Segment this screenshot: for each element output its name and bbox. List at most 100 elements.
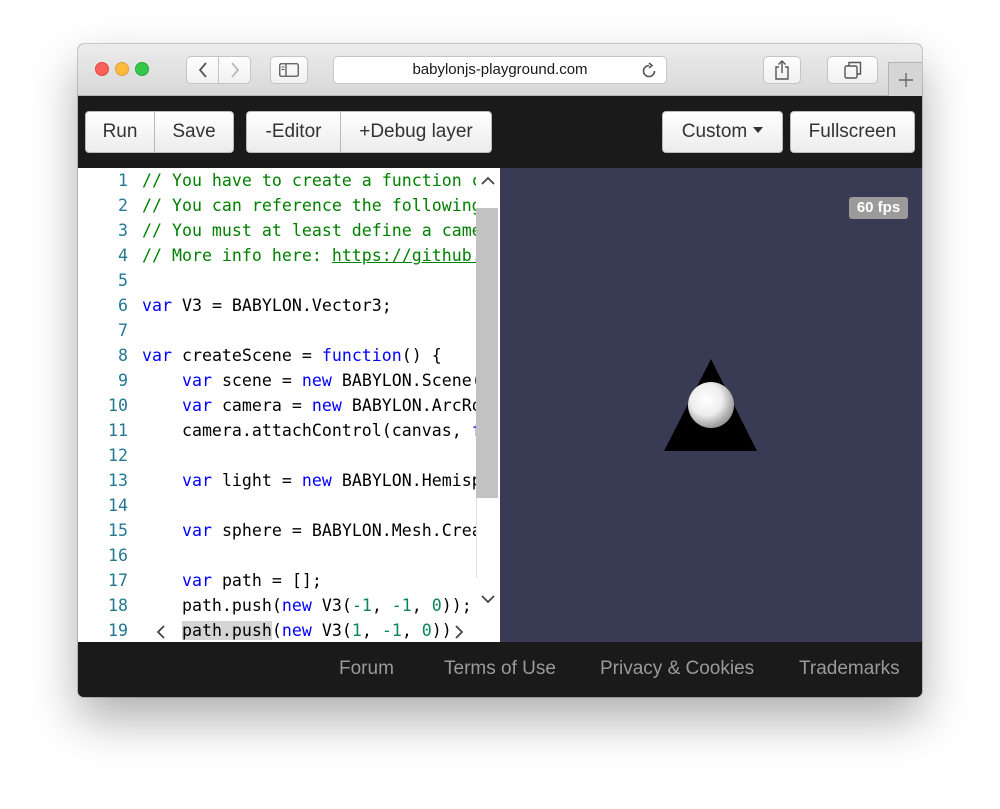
caret-down-icon (753, 127, 764, 134)
chevron-right-icon (230, 62, 239, 78)
save-button[interactable]: Save (154, 111, 234, 153)
render-canvas[interactable]: 60 fps (500, 168, 922, 642)
code-token: new (311, 396, 342, 415)
line-number: 15 (108, 521, 128, 540)
address-bar[interactable]: babylonjs-playground.com (333, 56, 667, 84)
scroll-up-icon[interactable] (481, 176, 495, 186)
code-line[interactable]: 9 var scene = new BABYLON.Scene(en (78, 368, 500, 393)
scrollbar-thumb[interactable] (476, 208, 498, 498)
code-line[interactable]: 19 path.push(new V3(1, -1, 0)) (78, 618, 500, 642)
line-number: 5 (118, 271, 128, 290)
code-line[interactable]: 3 // You must at least define a camera (78, 218, 500, 243)
code-token: , (411, 596, 432, 615)
show-tabs-button[interactable] (827, 56, 878, 84)
close-window-button[interactable] (95, 62, 109, 76)
code-text[interactable]: var createScene = function() { (142, 343, 442, 368)
line-number: 10 (108, 396, 128, 415)
code-text[interactable]: var V3 = BABYLON.Vector3; (142, 293, 392, 318)
scroll-down-icon[interactable] (481, 594, 495, 604)
scroll-right-icon[interactable] (454, 625, 464, 639)
code-text[interactable]: var camera = new BABYLON.ArcRota (142, 393, 500, 418)
code-line[interactable]: 12 (78, 443, 500, 468)
chevron-left-icon (198, 62, 207, 78)
code-token: V3 = BABYLON.Vector3; (171, 296, 392, 315)
code-token: path.push (181, 621, 272, 640)
back-button[interactable] (186, 56, 219, 84)
code-text[interactable]: var sphere = BABYLON.Mesh.Create (142, 518, 500, 543)
debug-layer-button[interactable]: +Debug layer (340, 111, 492, 153)
code-token: createScene = (171, 346, 322, 365)
code-text[interactable]: // You have to create a function cal (142, 168, 500, 193)
code-link[interactable]: https://github.co (332, 246, 500, 265)
scroll-left-icon[interactable] (156, 625, 166, 639)
line-number: 6 (118, 296, 128, 315)
code-text[interactable]: path.push(new V3(1, -1, 0)) (142, 618, 452, 642)
code-text[interactable]: var scene = new BABYLON.Scene(en (142, 368, 500, 393)
code-token: () { (401, 346, 442, 365)
code-token: path.push( (142, 596, 282, 615)
code-text[interactable]: // You can reference the following v (142, 193, 500, 218)
toggle-editor-button[interactable]: -Editor (246, 111, 341, 153)
custom-dropdown[interactable]: Custom (662, 111, 783, 153)
footer-link-trademarks[interactable]: Trademarks (799, 658, 900, 680)
code-line[interactable]: 2 // You can reference the following v (78, 193, 500, 218)
code-token: var (181, 521, 212, 540)
line-number: 7 (118, 321, 128, 340)
code-token: var (181, 571, 212, 590)
run-button[interactable]: Run (85, 111, 155, 153)
code-token: 1 (351, 621, 362, 640)
code-token: 0 (431, 596, 442, 615)
code-text[interactable]: camera.attachControl(canvas, fal (142, 418, 500, 443)
page-footer: Forum Terms of Use Privacy & Cookies Tra… (78, 642, 922, 697)
sidebar-toggle-button[interactable] (270, 56, 308, 84)
code-editor[interactable]: 19 path.push(new V3(1, -1, 0)) 18 path.pu… (78, 168, 500, 642)
reload-icon[interactable] (640, 62, 658, 80)
code-text[interactable]: // More info here: https://github.co (142, 243, 500, 268)
code-text[interactable]: path.push(new V3(-1, -1, 0)); (142, 593, 472, 618)
code-token: scene = (211, 371, 302, 390)
code-line[interactable]: 18 path.push(new V3(-1, -1, 0)); (78, 593, 500, 618)
share-button[interactable] (763, 56, 801, 84)
code-text[interactable]: // You must at least define a camera (142, 218, 500, 243)
code-line[interactable]: 17 var path = []; (78, 568, 500, 593)
new-tab-button[interactable] (888, 62, 922, 96)
code-token: camera = (211, 396, 312, 415)
code-token: V3( (311, 621, 352, 640)
line-number: 14 (108, 496, 128, 515)
code-line[interactable]: 11 camera.attachControl(canvas, fal (78, 418, 500, 443)
code-line[interactable]: 6 var V3 = BABYLON.Vector3; (78, 293, 500, 318)
code-token: // More info here: (142, 246, 332, 265)
code-line[interactable]: 13 var light = new BABYLON.Hemisphe (78, 468, 500, 493)
code-line[interactable]: 14 (78, 493, 500, 518)
line-number: 1 (118, 171, 128, 190)
code-line[interactable]: 15 var sphere = BABYLON.Mesh.Create (78, 518, 500, 543)
code-token: light = (211, 471, 302, 490)
code-line[interactable]: 16 (78, 543, 500, 568)
sidebar-icon (279, 63, 299, 77)
code-line[interactable]: 10 var camera = new BABYLON.ArcRota (78, 393, 500, 418)
fullscreen-button[interactable]: Fullscreen (790, 111, 915, 153)
line-number: 2 (118, 196, 128, 215)
code-line[interactable]: 1 // You have to create a function cal (78, 168, 500, 193)
code-line[interactable]: 7 (78, 318, 500, 343)
forward-button[interactable] (218, 56, 251, 84)
editor-vertical-scrollbar[interactable] (476, 168, 500, 578)
code-token: // You must at least define a camera (142, 221, 500, 240)
zoom-window-button[interactable] (135, 62, 149, 76)
line-number: 9 (118, 371, 128, 390)
footer-link-terms[interactable]: Terms of Use (444, 658, 556, 680)
code-text[interactable]: var path = []; (142, 568, 322, 593)
code-text[interactable]: var light = new BABYLON.Hemisphe (142, 468, 500, 493)
footer-link-privacy[interactable]: Privacy & Cookies (600, 658, 754, 680)
code-line[interactable]: 8 var createScene = function() { (78, 343, 500, 368)
minimize-window-button[interactable] (115, 62, 129, 76)
line-number: 16 (108, 546, 128, 565)
code-token: var (181, 371, 212, 390)
code-line[interactable]: 4 // More info here: https://github.co (78, 243, 500, 268)
code-line[interactable]: 5 (78, 268, 500, 293)
footer-link-forum[interactable]: Forum (339, 658, 394, 680)
code-token: , (401, 621, 422, 640)
tabs-icon (843, 61, 861, 79)
